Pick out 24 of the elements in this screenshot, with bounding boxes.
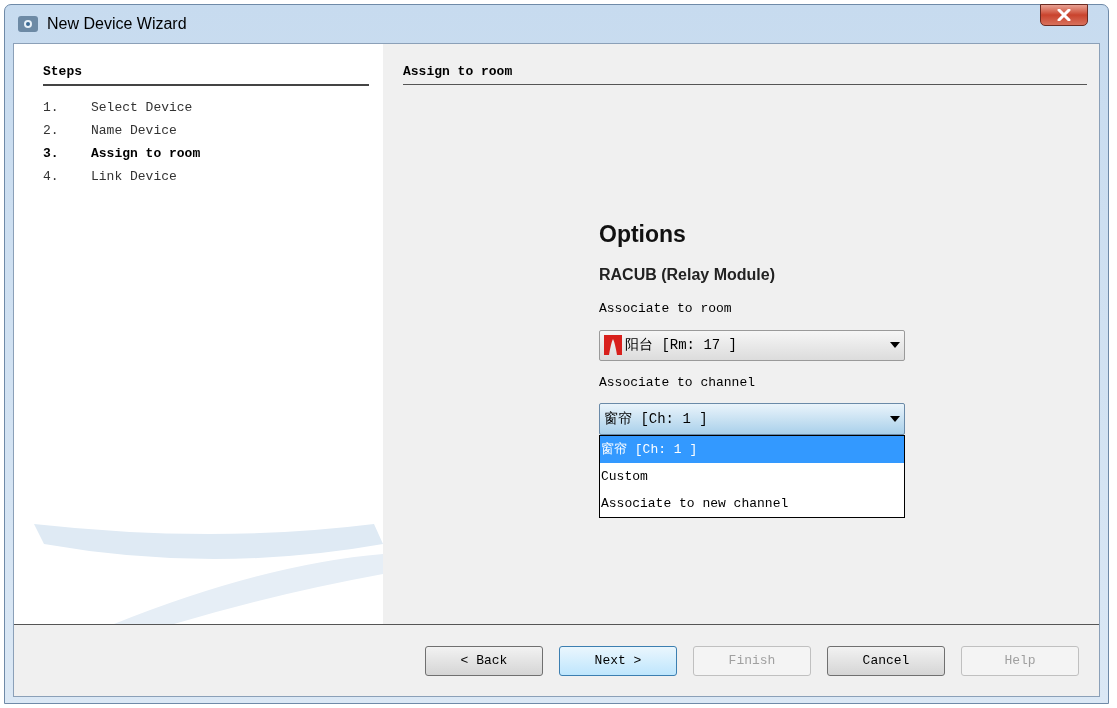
channel-option[interactable]: Custom bbox=[600, 463, 904, 490]
wizard-button[interactable]: Cancel bbox=[827, 645, 945, 676]
options-heading: Options bbox=[599, 219, 687, 249]
device-name: RACUB (Relay Module) bbox=[599, 265, 776, 285]
step-item: 4. Link Device bbox=[43, 167, 178, 186]
step-item: 3. Assign to room bbox=[43, 144, 202, 163]
curtain-icon bbox=[604, 335, 622, 355]
app-icon bbox=[17, 15, 39, 33]
step-item: 2. Name Device bbox=[43, 121, 178, 140]
steps-title: Steps bbox=[43, 62, 369, 86]
close-icon bbox=[1057, 9, 1071, 21]
channel-dropdown[interactable]: 窗帘 [Ch: 1 ] bbox=[599, 403, 905, 435]
caret-icon bbox=[890, 416, 900, 422]
close-button[interactable] bbox=[1040, 4, 1088, 26]
room-dropdown[interactable]: 阳台 [Rm: 17 ] bbox=[599, 329, 905, 361]
room-label: Associate to room bbox=[599, 300, 733, 318]
wizard-button[interactable]: Next > bbox=[559, 645, 677, 676]
channel-label: Associate to channel bbox=[599, 373, 757, 392]
step-item: 1. Select Device bbox=[43, 98, 194, 117]
wizard-button[interactable]: < Back bbox=[425, 645, 543, 676]
caret-icon bbox=[890, 342, 900, 348]
panel-title: Assign to room bbox=[403, 62, 1087, 85]
window-title: New Device Wizard bbox=[47, 14, 187, 34]
channel-option[interactable]: Associate to new channel bbox=[600, 490, 904, 517]
